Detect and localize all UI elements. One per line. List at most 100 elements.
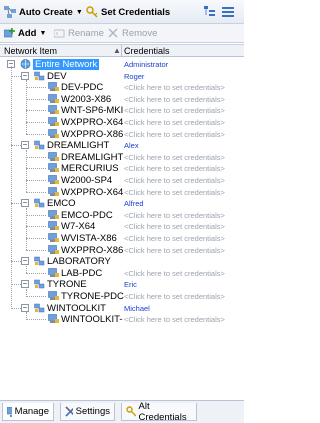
credential-cell[interactable]: <Click here to set credentials> [124, 314, 225, 325]
item-label: TYRONE-PDC [61, 291, 124, 302]
item-label: DEV-PDC [61, 82, 104, 94]
tab-alt-credentials[interactable]: Alt Credentials [121, 401, 197, 423]
tree-connector [26, 249, 46, 251]
tree-computer[interactable]: EMCO-PDC <Click here to set credentials> [0, 210, 244, 221]
item-label: WXPPRO-X64 [61, 117, 124, 128]
credential-cell[interactable]: <Click here to set credentials> [124, 221, 225, 232]
credential-cell[interactable]: <Click here to set credentials> [124, 94, 225, 105]
item-label: W2003-X86 [61, 93, 112, 105]
item-label: WINTOOLKIT- [61, 314, 123, 326]
collapse-icon[interactable]: − [21, 280, 29, 289]
credential-cell[interactable]: <Click here to set credentials> [124, 105, 225, 116]
computer-icon [48, 209, 59, 219]
computer-icon [48, 128, 59, 138]
tree-connector [26, 98, 46, 100]
tree-computer[interactable]: WXPPRO-X86 <Click here to set credentials… [0, 129, 244, 140]
tree-computer[interactable]: W2000-SP4 <Click here to set credentials> [0, 175, 244, 186]
tree-computer[interactable]: WVISTA-X86 <Click here to set credentials… [0, 233, 244, 244]
column-divider[interactable] [121, 45, 122, 57]
credential-cell[interactable]: Roger [124, 71, 144, 82]
tree-group-dreamlight[interactable]: − DREAMLIGHT Alex [0, 140, 244, 151]
network-tree: − Entire Network Administrator − DEV Roger DEV… [0, 58, 244, 398]
credential-cell[interactable]: Alex [124, 140, 139, 151]
tree-view-button[interactable] [204, 3, 216, 21]
chevron-down-icon: ▼ [39, 29, 47, 37]
collapse-icon[interactable]: − [21, 141, 29, 150]
item-label: WXPPRO-X86 [61, 128, 124, 140]
tree-computer[interactable]: WXPPRO-X64 <Click here to set credentials… [0, 117, 244, 128]
remove-button[interactable]: Remove [108, 24, 157, 42]
item-label: WINTOOLKIT [47, 302, 106, 314]
tree-group-tyrone[interactable]: − TYRONE Eric [0, 279, 244, 290]
credential-cell[interactable]: <Click here to set credentials> [124, 152, 225, 163]
credentials-column[interactable]: Credentials [124, 46, 170, 56]
tree-computer[interactable]: W7-X64 <Click here to set credentials> [0, 221, 244, 232]
computer-icon [48, 186, 59, 196]
tree-root-entire-network[interactable]: − Entire Network Administrator [0, 59, 244, 70]
set-credentials-button[interactable]: Set Credentials [86, 3, 170, 21]
main-toolbar: Auto Create ▼ Set Credentials [0, 0, 244, 24]
item-label: DREAMLIGHT [61, 151, 124, 163]
workgroup-icon [34, 256, 45, 266]
collapse-icon[interactable]: − [21, 199, 29, 208]
tree-connector [26, 272, 46, 274]
credential-cell[interactable]: <Click here to set credentials> [124, 82, 225, 93]
credential-cell[interactable]: Michael [124, 303, 150, 314]
collapse-icon[interactable]: − [21, 303, 29, 312]
tree-computer[interactable]: LAB-PDC <Click here to set credentials> [0, 268, 244, 279]
tree-computer[interactable]: WINTOOLKIT- <Click here to set credential… [0, 314, 244, 325]
tree-connector [11, 75, 21, 77]
globe-icon [20, 59, 31, 69]
credential-cell[interactable]: Eric [124, 279, 137, 290]
tree-group-dev[interactable]: − DEV Roger [0, 71, 244, 82]
tree-group-laboratory[interactable]: − LABORATORY [0, 256, 244, 267]
collapse-icon[interactable]: − [21, 257, 29, 266]
tree-connector [26, 149, 27, 193]
tree-group-wintoolkit[interactable]: − WINTOOLKIT Michael [0, 303, 244, 314]
credential-cell[interactable]: <Click here to set credentials> [124, 210, 225, 221]
rename-button[interactable]: Rename [54, 24, 104, 42]
tree-connector [26, 312, 27, 320]
credential-cell[interactable]: <Click here to set credentials> [124, 129, 225, 140]
auto-create-label: Auto Create [19, 6, 73, 18]
list-view-button[interactable] [222, 3, 234, 21]
credential-cell[interactable]: Alfred [124, 198, 144, 209]
credential-cell[interactable]: <Click here to set credentials> [124, 175, 225, 186]
computer-icon [48, 267, 59, 277]
auto-create-button[interactable]: Auto Create ▼ [4, 3, 83, 21]
item-label: DEV [47, 70, 67, 82]
tree-computer[interactable]: W2003-X86 <Click here to set credentials> [0, 94, 244, 105]
tree-computer[interactable]: DEV-PDC <Click here to set credentials> [0, 82, 244, 93]
tree-connector [26, 180, 46, 181]
tree-computer[interactable]: WXPPRO-X64 <Click here to set credentials… [0, 187, 244, 198]
credential-cell[interactable]: <Click here to set credentials> [124, 187, 225, 198]
tree-computer[interactable]: WNT-SP6-MKI <Click here to set credential… [0, 105, 244, 116]
add-button[interactable]: Add ▼ [4, 24, 46, 42]
tab-manage[interactable]: Manage [2, 403, 54, 421]
tree-connector [26, 214, 46, 216]
tree-computer[interactable]: DREAMLIGHT <Click here to set credentials… [0, 152, 244, 163]
tree-computer[interactable]: TYRONE-PDC <Click here to set credentials… [0, 291, 244, 302]
credential-cell[interactable]: <Click here to set credentials> [124, 268, 225, 279]
tree-computer[interactable]: WXPPRO-X86 <Click here to set credentials… [0, 245, 244, 256]
workgroup-icon [34, 303, 45, 312]
network-item-column[interactable]: Network Item [4, 46, 57, 56]
credential-cell[interactable]: <Click here to set credentials> [124, 117, 225, 128]
credential-cell[interactable]: Administrator [124, 59, 168, 70]
tree-group-emco[interactable]: − EMCO Alfred [0, 198, 244, 209]
credential-cell[interactable]: <Click here to set credentials> [124, 163, 225, 174]
tab-settings-label: Settings [75, 406, 110, 417]
tab-settings[interactable]: Settings [60, 403, 115, 421]
tree-connector [11, 65, 12, 309]
credential-cell[interactable]: <Click here to set credentials> [124, 291, 225, 302]
tree-connector [26, 133, 46, 135]
computer-icon [48, 151, 59, 161]
credential-cell[interactable]: <Click here to set credentials> [124, 245, 225, 256]
column-header: Network Item ▲ Credentials [0, 44, 244, 57]
item-label: WXPPRO-X86 [61, 244, 124, 256]
credential-cell[interactable]: <Click here to set credentials> [124, 233, 225, 244]
tree-connector [26, 296, 46, 297]
collapse-icon[interactable]: − [21, 71, 29, 80]
item-label: LABORATORY [47, 256, 111, 268]
tree-computer[interactable]: MERCURIUS <Click here to set credentials> [0, 163, 244, 174]
